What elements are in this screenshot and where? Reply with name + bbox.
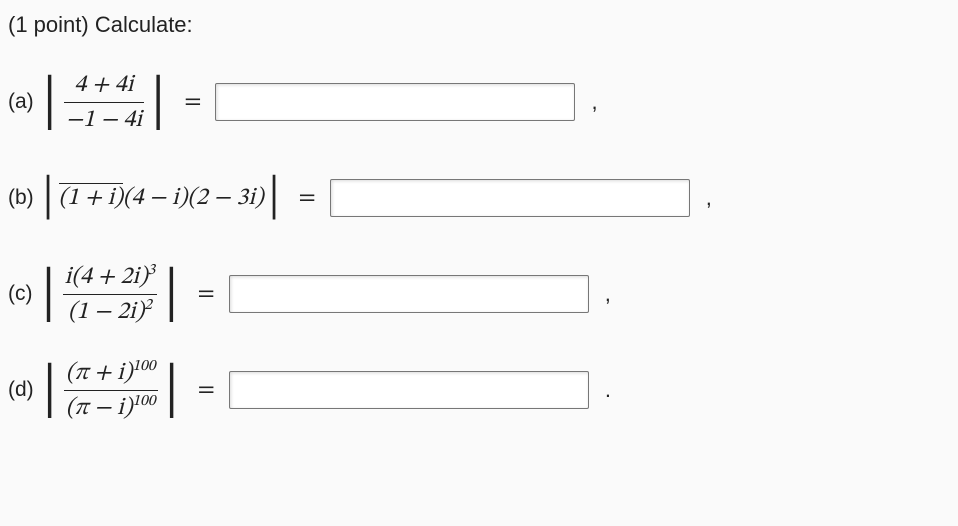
part-c-punct: , — [605, 281, 611, 307]
part-d-denominator: (π − i)100 — [64, 391, 158, 425]
part-c-numerator: i(4 + 2i)3 — [63, 260, 158, 294]
part-a-answer-input[interactable] — [215, 83, 575, 121]
part-c-label: (c) — [8, 282, 33, 306]
part-b-punct: , — [706, 185, 712, 211]
equals-sign: = — [197, 279, 214, 309]
part-b-rest: (4 − i)(2 − 3i) — [123, 186, 264, 210]
abs-bar-icon: | — [266, 181, 283, 215]
part-a-numerator: 4 + 4i — [72, 68, 135, 102]
part-d-punct: . — [605, 377, 611, 403]
abs-bar-icon: | — [162, 369, 182, 411]
abs-bar-icon: | — [161, 273, 181, 315]
equals-sign: = — [298, 183, 315, 213]
part-d-row: (d) | (π + i)100 (π − i)100 | = . — [8, 354, 950, 426]
part-a-expression: | 4 + 4i −1 − 4i | — [40, 68, 169, 137]
part-a-label: (a) — [8, 90, 34, 114]
part-c-answer-input[interactable] — [229, 275, 589, 313]
part-b-label: (b) — [8, 186, 34, 210]
abs-bar-icon: | — [40, 369, 60, 411]
part-b-conjugate: (1 + i) — [59, 183, 123, 211]
abs-bar-icon: | — [40, 181, 57, 215]
equals-sign: = — [184, 87, 201, 117]
part-a-punct: , — [591, 89, 597, 115]
question-prompt: (1 point) Calculate: — [8, 12, 950, 38]
abs-bar-icon: | — [39, 273, 59, 315]
part-c-denominator: (1 − 2i)2 — [66, 295, 154, 329]
part-b-expression: | (1 + i)(4 − i)(2 − 3i) | — [40, 181, 283, 215]
part-d-answer-input[interactable] — [229, 371, 589, 409]
part-d-numerator: (π + i)100 — [64, 356, 158, 390]
equals-sign: = — [198, 375, 215, 405]
part-a-denominator: −1 − 4i — [64, 103, 144, 137]
part-c-expression: | i(4 + 2i)3 (1 − 2i)2 | — [39, 260, 182, 329]
part-a-row: (a) | 4 + 4i −1 − 4i | = , — [8, 66, 950, 138]
part-b-row: (b) | (1 + i)(4 − i)(2 − 3i) | = , — [8, 162, 950, 234]
part-b-answer-input[interactable] — [330, 179, 690, 217]
part-d-expression: | (π + i)100 (π − i)100 | — [40, 356, 182, 425]
abs-bar-icon: | — [148, 81, 168, 123]
abs-bar-icon: | — [40, 81, 60, 123]
part-c-row: (c) | i(4 + 2i)3 (1 − 2i)2 | = , — [8, 258, 950, 330]
part-d-label: (d) — [8, 378, 34, 402]
